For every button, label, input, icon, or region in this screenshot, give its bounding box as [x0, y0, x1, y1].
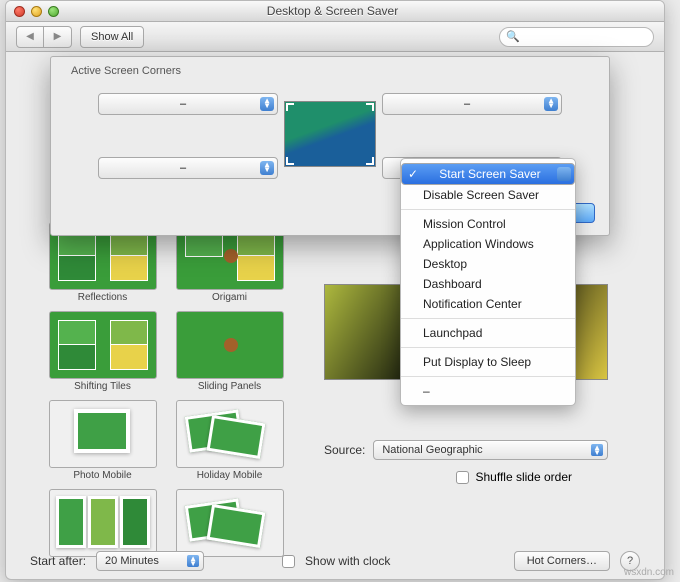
list-item[interactable] [44, 489, 161, 559]
bottom-bar: Start after: 20 Minutes ▲▼ Show with clo… [6, 551, 664, 571]
saver-label: Shifting Tiles [74, 381, 131, 392]
thumb-extra-1 [49, 489, 157, 557]
start-after-popup[interactable]: 20 Minutes ▲▼ [96, 551, 204, 571]
menu-item-dashboard[interactable]: Dashboard [401, 274, 575, 294]
zoom-button[interactable] [48, 6, 59, 17]
window-controls [14, 6, 59, 17]
shuffle-label: Shuffle slide order [475, 470, 572, 484]
saver-label: Photo Mobile [73, 470, 131, 481]
source-row: Source: National Geographic ▲▼ [324, 440, 608, 460]
menu-item-disable-saver[interactable]: Disable Screen Saver [401, 185, 575, 205]
close-button[interactable] [14, 6, 25, 17]
menu-item-mission-control[interactable]: Mission Control [401, 214, 575, 234]
sheet-title: Active Screen Corners [51, 57, 609, 85]
list-item[interactable]: Sliding Panels [171, 311, 288, 392]
minimize-button[interactable] [31, 6, 42, 17]
nav-segment: ◀ ▶ [16, 26, 72, 48]
corner-action-menu[interactable]: Start Screen Saver Disable Screen Saver … [400, 158, 576, 406]
menu-item-notification-center[interactable]: Notification Center [401, 294, 575, 314]
shuffle-checkbox[interactable] [456, 471, 469, 484]
thumb-photo-mobile [49, 400, 157, 468]
corner-top-right-popup[interactable]: –▲▼ [382, 93, 562, 115]
menu-separator [401, 318, 575, 319]
start-after-value: 20 Minutes [105, 555, 159, 567]
toolbar: ◀ ▶ Show All 🔍 [6, 22, 664, 52]
list-item[interactable]: Holiday Mobile [171, 400, 288, 481]
saver-label: Origami [212, 292, 247, 303]
list-item[interactable]: Shifting Tiles [44, 311, 161, 392]
titlebar: Desktop & Screen Saver [6, 1, 664, 22]
watermark: wsxdn.com [624, 567, 674, 578]
menu-separator [401, 209, 575, 210]
menu-item-desktop[interactable]: Desktop [401, 254, 575, 274]
search-field[interactable]: 🔍 [499, 27, 654, 47]
show-clock-checkbox[interactable] [282, 555, 295, 568]
thumb-sliding-panels [176, 311, 284, 379]
screen-thumbnail [284, 101, 376, 167]
saver-label: Reflections [78, 292, 127, 303]
corner-top-left-popup[interactable]: –▲▼ [98, 93, 278, 115]
menu-item-none[interactable]: – [401, 381, 575, 401]
thumb-holiday-mobile [176, 400, 284, 468]
source-popup[interactable]: National Geographic ▲▼ [373, 440, 608, 460]
menu-item-display-sleep[interactable]: Put Display to Sleep [401, 352, 575, 372]
search-input[interactable] [524, 31, 647, 43]
menu-item-app-windows[interactable]: Application Windows [401, 234, 575, 254]
menu-item-start-saver[interactable]: Start Screen Saver [401, 163, 575, 185]
thumb-extra-2 [176, 489, 284, 557]
saver-label: Sliding Panels [198, 381, 261, 392]
menu-item-launchpad[interactable]: Launchpad [401, 323, 575, 343]
forward-button[interactable]: ▶ [44, 26, 72, 48]
list-item[interactable] [171, 489, 288, 559]
menu-separator [401, 347, 575, 348]
source-value: National Geographic [382, 444, 482, 456]
corner-bottom-left-popup[interactable]: –▲▼ [98, 157, 278, 179]
saver-label: Holiday Mobile [197, 470, 263, 481]
back-button[interactable]: ◀ [16, 26, 44, 48]
thumb-shifting-tiles [49, 311, 157, 379]
shuffle-row: Shuffle slide order [456, 470, 572, 484]
window-title: Desktop & Screen Saver [59, 4, 606, 18]
hot-corners-button[interactable]: Hot Corners… [514, 551, 610, 571]
screensaver-list[interactable]: Reflections Origami Shifting Tiles Slidi… [44, 222, 288, 559]
show-clock-label: Show with clock [305, 554, 390, 568]
show-all-button[interactable]: Show All [80, 26, 144, 48]
search-icon: 🔍 [506, 30, 520, 43]
menu-separator [401, 376, 575, 377]
start-after-label: Start after: [30, 554, 86, 568]
list-item[interactable]: Photo Mobile [44, 400, 161, 481]
source-label: Source: [324, 443, 365, 457]
